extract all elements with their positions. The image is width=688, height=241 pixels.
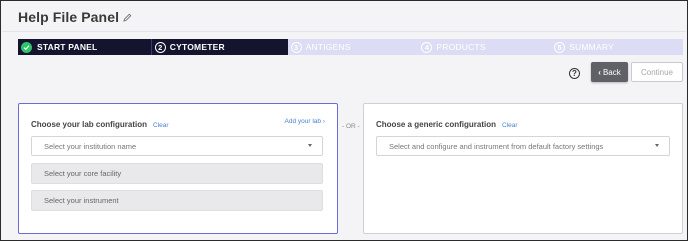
caret-down-icon <box>655 144 659 147</box>
add-lab-label: Add your lab <box>284 118 322 125</box>
institution-placeholder: Select your institution name <box>44 141 137 151</box>
chevron-right-icon: › <box>322 118 325 125</box>
instrument-select: Select your instrument <box>31 190 323 211</box>
lab-configuration-heading: Choose your lab configuration <box>31 120 148 129</box>
continue-button[interactable]: Continue <box>631 62 683 82</box>
step-label: START PANEL <box>37 42 98 52</box>
chevron-left-icon: ‹ <box>598 67 601 77</box>
generic-configuration-heading: Choose a generic configuration <box>376 120 497 129</box>
step-products[interactable]: 4 PRODUCTS <box>421 39 554 55</box>
step-number: 5 <box>554 41 566 53</box>
core-facility-select: Select your core facility <box>31 163 323 184</box>
wizard-stepper: START PANEL 2 CYTOMETER 3 ANTIGENS 4 PRO… <box>18 39 683 55</box>
caret-down-icon <box>308 144 312 147</box>
step-cytometer[interactable]: 2 CYTOMETER <box>151 39 288 55</box>
step-antigens[interactable]: 3 ANTIGENS <box>288 39 422 55</box>
factory-settings-placeholder: Select and configure and instrument from… <box>389 141 604 151</box>
step-start-panel[interactable]: START PANEL <box>18 39 151 55</box>
lab-configuration-panel: Choose your lab configuration Clear Add … <box>18 103 338 234</box>
lab-clear-link[interactable]: Clear <box>153 122 169 129</box>
step-number: 3 <box>290 41 302 53</box>
step-label: SUMMARY <box>569 42 614 52</box>
pencil-icon[interactable] <box>123 13 132 22</box>
or-separator: - OR - <box>342 123 360 130</box>
generic-configuration-panel: Choose a generic configuration Clear Sel… <box>363 103 683 234</box>
step-label: PRODUCTS <box>436 42 486 52</box>
lab-configuration-header: Choose your lab configuration Clear <box>31 120 169 129</box>
core-facility-placeholder: Select your core facility <box>44 169 122 178</box>
help-icon[interactable]: ? <box>569 68 580 79</box>
step-number: 2 <box>154 41 166 53</box>
generic-clear-link[interactable]: Clear <box>502 122 518 129</box>
step-label: ANTIGENS <box>305 42 351 52</box>
help-file-panel-window: Help File Panel START PANEL 2 CYTOMETER … <box>0 0 688 241</box>
institution-select[interactable]: Select your institution name <box>31 136 323 156</box>
back-button[interactable]: ‹ Back <box>591 62 628 82</box>
step-number: 4 <box>421 41 433 53</box>
page-title: Help File Panel <box>18 9 120 25</box>
instrument-placeholder: Select your instrument <box>44 196 119 205</box>
title-divider <box>2 31 686 32</box>
generic-configuration-header: Choose a generic configuration Clear <box>376 120 518 129</box>
check-icon <box>21 41 32 53</box>
add-your-lab-link[interactable]: Add your lab › <box>285 118 325 125</box>
step-summary[interactable]: 5 SUMMARY <box>554 39 683 55</box>
back-button-label: Back <box>602 67 621 77</box>
step-label: CYTOMETER <box>169 42 225 52</box>
page-title-row: Help File Panel <box>18 9 132 25</box>
factory-settings-select[interactable]: Select and configure and instrument from… <box>376 136 670 156</box>
